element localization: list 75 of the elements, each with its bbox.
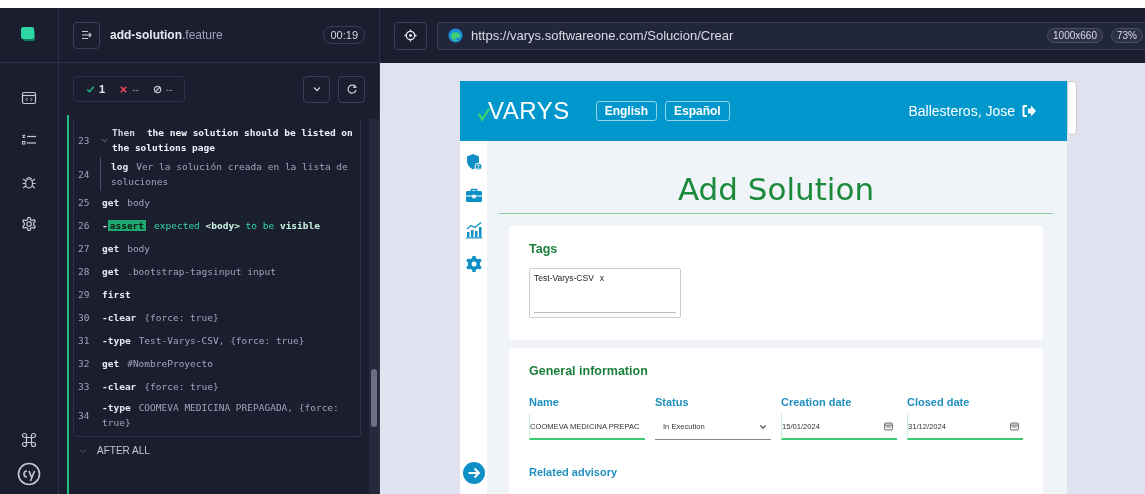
command-text[interactable]: -clear {force: true}	[102, 310, 354, 325]
rerun-button[interactable]	[338, 75, 365, 103]
pending-icon	[152, 84, 162, 94]
step-text[interactable]: Then the new solution should be listed on the solutions page	[112, 125, 354, 155]
command-text[interactable]: get .bootstrap-tagsinput input	[102, 264, 354, 279]
scrollbar[interactable]	[1067, 81, 1077, 135]
command-key-icon[interactable]	[21, 432, 37, 448]
field-label: Closed date	[907, 396, 971, 408]
calendar-icon	[884, 421, 893, 431]
assert-text[interactable]: - assert expected <body> to be visible	[102, 218, 354, 233]
stat-count: --	[132, 83, 139, 95]
hook-header[interactable]: AFTER ALL	[79, 445, 369, 456]
arrow-right-icon[interactable]	[462, 462, 485, 484]
refresh-icon	[345, 83, 358, 95]
card-title: Tags	[529, 242, 559, 256]
line-number: 30	[78, 311, 91, 325]
command-text[interactable]: get body	[102, 195, 354, 210]
field-label: Related advisory	[529, 466, 619, 478]
line-number: 26	[78, 219, 91, 233]
line-number: 25	[78, 196, 91, 210]
toggle-sidebar-button[interactable]	[73, 21, 100, 49]
browser-icon	[448, 28, 463, 43]
line-number: 34	[78, 408, 91, 423]
command-text[interactable]: -clear {force: true}	[102, 379, 354, 394]
spec-file-name: add-solution.feature	[110, 28, 224, 42]
field-label: Status	[655, 396, 690, 408]
arrow-lines-icon	[80, 29, 93, 41]
line-number: 31	[78, 334, 91, 348]
command-text[interactable]: get body	[102, 241, 354, 256]
app-logo-icon[interactable]	[21, 27, 37, 43]
command-text[interactable]: get #NombreProyecto	[102, 356, 354, 371]
cross-icon	[119, 84, 129, 94]
command-text[interactable]: -type COOMEVA MEDICINA PREPAGADA, {force: true}	[102, 400, 354, 430]
scrollbar[interactable]	[369, 119, 379, 494]
command-text[interactable]: first	[102, 287, 354, 302]
toolbox-icon[interactable]	[464, 187, 483, 205]
line-number: 32	[78, 357, 91, 371]
caret-icon	[79, 446, 87, 455]
field-label: Creation date	[781, 396, 853, 408]
url-field[interactable]: https://varys.softwareone.com/Solucion/Crear 1000x660 73%	[437, 21, 1145, 50]
shield-user-icon[interactable]	[464, 153, 483, 171]
log-text[interactable]: log Ver la solución creada en la lista de soluciones	[111, 159, 354, 189]
viewport-badge: 1000x660	[1047, 28, 1103, 43]
line-number: 29	[78, 288, 91, 302]
line-number: 23	[78, 133, 91, 148]
bug-icon[interactable]	[21, 174, 37, 190]
url-text: https://varys.softwareone.com/Solucion/Crear	[471, 28, 735, 43]
stat-count: --	[165, 83, 173, 95]
selector-playground-button[interactable]	[394, 21, 427, 50]
caret-icon	[759, 422, 767, 431]
page-title: Add Solution	[499, 171, 1053, 214]
test-list-icon[interactable]	[21, 132, 37, 148]
line-number: 33	[78, 380, 91, 394]
calendar-icon	[1010, 421, 1019, 431]
caret-icon[interactable]	[100, 136, 108, 144]
tags-input[interactable]: Test-Varys-CSV x	[529, 268, 681, 318]
cypress-logo-icon[interactable]	[17, 462, 41, 486]
check-icon	[86, 84, 95, 94]
field-label: Name	[529, 396, 560, 408]
tag-remove-button[interactable]: x	[599, 273, 605, 283]
settings-icon[interactable]	[21, 216, 37, 232]
stat-count: 1	[99, 83, 106, 95]
zoom-badge: 73%	[1111, 28, 1143, 43]
command-text[interactable]: -type Test-Varys-CSV, {force: true}	[102, 333, 354, 348]
bar-chart-icon[interactable]	[464, 221, 483, 239]
user-name: Ballesteros, Jose	[908, 103, 1015, 119]
crosshair-icon	[404, 29, 417, 42]
line-number: 28	[78, 265, 91, 279]
line-number: 24	[78, 167, 91, 182]
logout-icon[interactable]	[1021, 103, 1037, 119]
line-number: 27	[78, 242, 91, 256]
gear-icon[interactable]	[464, 255, 483, 273]
tag-label: Test-Varys-CSV	[534, 273, 594, 283]
card-title: General information	[529, 364, 649, 378]
browser-code-icon[interactable]	[21, 90, 37, 106]
